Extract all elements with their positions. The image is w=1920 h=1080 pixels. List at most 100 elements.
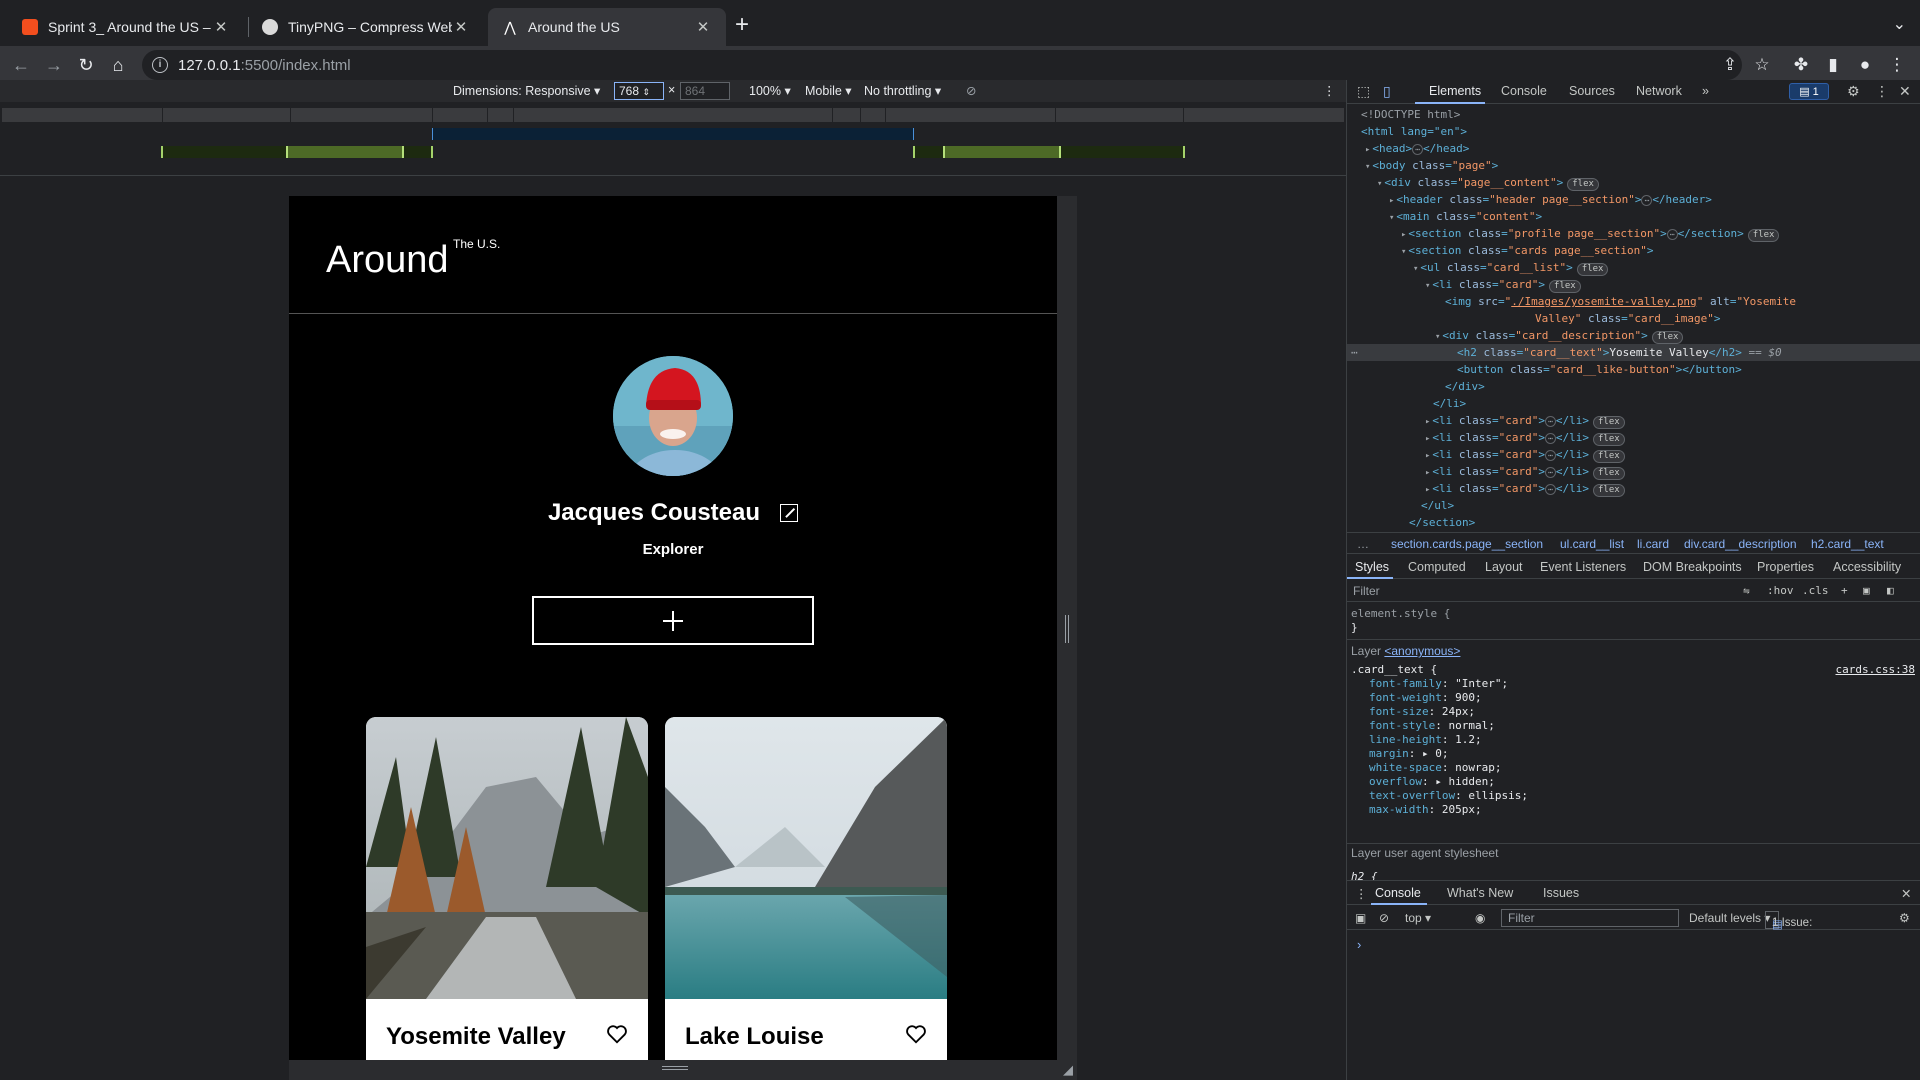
dom-node-page-content[interactable]: ▾ <div class="page__content"> flex <box>1347 174 1920 191</box>
declaration[interactable]: font-weight: 900; <box>1369 691 1482 705</box>
console-filter-input[interactable]: Filter <box>1501 909 1679 927</box>
color-format-icon[interactable]: ⇋ <box>1743 584 1750 597</box>
subtab-properties[interactable]: Properties <box>1757 560 1814 574</box>
media-query-max-width-bar[interactable] <box>432 128 914 140</box>
dom-node-section-cards[interactable]: ▾ <section class="cards page__section"> <box>1347 242 1920 259</box>
card-image[interactable] <box>366 717 648 999</box>
close-drawer-icon[interactable]: ✕ <box>1901 886 1911 901</box>
declaration[interactable]: line-height: 1.2; <box>1369 733 1482 747</box>
close-icon[interactable]: ✕ <box>212 18 230 36</box>
address-bar[interactable]: i 127.0.0.1:5500/index.html <box>142 50 1742 80</box>
dom-node-main[interactable]: ▾ <main class="content"> <box>1347 208 1920 225</box>
dom-node-card-description[interactable]: ▾ <div class="card__description"> flex <box>1347 327 1920 344</box>
declaration[interactable]: max-width: 205px; <box>1369 803 1482 817</box>
dom-node-button[interactable]: <button class="card__like-button"></butt… <box>1347 361 1920 378</box>
tab-around-the-us[interactable]: ⋀ Around the US ✕ <box>488 8 726 46</box>
breadcrumb-item[interactable]: ul.card__list <box>1560 537 1624 551</box>
heart-icon[interactable] <box>606 1023 628 1045</box>
resize-corner-icon[interactable]: ◢ <box>1063 1062 1073 1078</box>
styles-filter-input[interactable]: Filter <box>1353 584 1380 598</box>
drawer-menu-icon[interactable]: ⋮ <box>1355 886 1368 901</box>
dom-node-li-card[interactable]: ▸ <li class="card"> ⋯ </li> flex <box>1347 446 1920 463</box>
dom-node-ul[interactable]: ▾ <ul class="card__list"> flex <box>1347 259 1920 276</box>
throttling-select[interactable]: No throttling ▾ <box>864 83 941 98</box>
new-tab-icon[interactable]: + <box>735 13 749 37</box>
console-sidebar-icon[interactable]: ▣ <box>1355 911 1366 925</box>
hov-toggle[interactable]: :hov <box>1767 584 1794 597</box>
profile-icon[interactable]: ● <box>1854 54 1876 76</box>
rotate-disabled-icon[interactable]: ⊘ <box>966 83 976 98</box>
rule-source-link[interactable]: cards.css:38 <box>1836 663 1915 676</box>
reload-icon[interactable]: ↻ <box>75 54 97 76</box>
device-toolbar-menu-icon[interactable]: ⋮ <box>1323 83 1336 98</box>
share-icon[interactable]: ⇪ <box>1719 54 1741 76</box>
tab-figma[interactable]: Sprint 3_ Around the US – Figma ✕ <box>8 8 244 46</box>
close-icon[interactable]: ✕ <box>452 18 470 36</box>
tab-elements[interactable]: Elements <box>1429 84 1481 98</box>
menu-icon[interactable]: ⋮ <box>1886 54 1908 76</box>
breadcrumb-overflow[interactable]: … <box>1357 537 1369 551</box>
dom-node-li-card[interactable]: ▸ <li class="card"> ⋯ </li> flex <box>1347 463 1920 480</box>
resize-handle-bottom[interactable] <box>662 1066 688 1070</box>
declaration[interactable]: overflow: ▸ hidden; <box>1369 775 1495 789</box>
tab-tinypng[interactable]: TinyPNG – Compress WebP, PNG ✕ <box>248 8 484 46</box>
declaration[interactable]: font-style: normal; <box>1369 719 1495 733</box>
drawer-tab-issues[interactable]: Issues <box>1543 886 1579 900</box>
zoom-select[interactable]: 100% ▾ <box>749 83 791 98</box>
dom-node-li-card[interactable]: ▸ <li class="card"> ⋯ </li> flex <box>1347 412 1920 429</box>
declaration[interactable]: font-family: "Inter"; <box>1369 677 1508 691</box>
dom-node-li-card[interactable]: ▸ <li class="card"> ⋯ </li> flex <box>1347 429 1920 446</box>
declaration[interactable]: text-overflow: ellipsis; <box>1369 789 1528 803</box>
dom-node-li-close[interactable]: </li> <box>1347 395 1920 412</box>
breadcrumb-item[interactable]: section.cards.page__section <box>1391 537 1543 551</box>
back-icon[interactable]: ← <box>10 54 32 76</box>
dom-node-li-card[interactable]: ▸ <li class="card"> ⋯ </li> flex <box>1347 480 1920 497</box>
dom-node-img-cont[interactable]: Valley" class="card__image"> <box>1347 310 1920 327</box>
close-icon[interactable]: ✕ <box>694 18 712 36</box>
declaration[interactable]: white-space: nowrap; <box>1369 761 1501 775</box>
drawer-tab-whats-new[interactable]: What's New <box>1447 886 1513 900</box>
live-expression-eye-icon[interactable]: ◉ <box>1475 911 1485 925</box>
width-input[interactable]: 768 ⇕ <box>614 82 664 100</box>
issues-badge[interactable]: ▤ 1 <box>1789 83 1829 100</box>
extensions-icon[interactable]: ✤ <box>1790 54 1812 76</box>
layer-link[interactable]: <anonymous> <box>1384 644 1460 658</box>
more-tabs-icon[interactable]: » <box>1702 84 1709 98</box>
context-select[interactable]: top ▾ <box>1405 911 1431 925</box>
subtab-styles[interactable]: Styles <box>1355 560 1389 574</box>
side-panel-icon[interactable]: ▮ <box>1822 54 1844 76</box>
element-style-rule[interactable]: element.style { <box>1351 607 1450 621</box>
bookmark-star-icon[interactable]: ☆ <box>1751 54 1773 76</box>
resize-handle-right[interactable] <box>1065 615 1069 643</box>
height-input[interactable]: 864 <box>680 82 730 100</box>
console-prompt[interactable]: › <box>1357 937 1361 952</box>
devtools-menu-icon[interactable]: ⋮ <box>1875 83 1889 100</box>
toggle-sidebar-icon[interactable]: ◧ <box>1887 584 1894 597</box>
dom-node-h2-selected[interactable]: ⋯ <h2 class="card__text">Yosemite Valley<… <box>1347 344 1920 361</box>
dom-node-section-close[interactable]: </section> <box>1347 514 1920 531</box>
heart-icon[interactable] <box>905 1023 927 1045</box>
viewport-bottom-resizer[interactable]: ◢ <box>289 1060 1077 1080</box>
dom-node-li[interactable]: ▾ <li class="card"> flex <box>1347 276 1920 293</box>
rendering-emulation-icon[interactable]: ▣ <box>1863 584 1870 597</box>
dom-node-div-close[interactable]: </div> <box>1347 378 1920 395</box>
media-query-range-bar-left[interactable] <box>286 146 404 158</box>
declaration[interactable]: font-size: 24px; <box>1369 705 1475 719</box>
home-icon[interactable]: ⌂ <box>107 54 129 76</box>
settings-gear-icon[interactable]: ⚙ <box>1847 83 1860 100</box>
tab-network[interactable]: Network <box>1636 84 1682 98</box>
subtab-accessibility[interactable]: Accessibility <box>1833 560 1901 574</box>
dom-node-html[interactable]: <html lang="en"> <box>1347 123 1920 140</box>
device-toolbar-icon[interactable]: ▯ <box>1383 83 1391 100</box>
tab-sources[interactable]: Sources <box>1569 84 1615 98</box>
edit-profile-button[interactable] <box>780 504 799 522</box>
info-icon[interactable]: i <box>152 57 168 73</box>
dom-node-section-profile[interactable]: ▸ <section class="profile page__section">… <box>1347 225 1920 242</box>
console-settings-gear-icon[interactable]: ⚙ <box>1899 911 1910 925</box>
subtab-layout[interactable]: Layout <box>1485 560 1523 574</box>
breadcrumb-item[interactable]: div.card__description <box>1684 537 1797 551</box>
subtab-event-listeners[interactable]: Event Listeners <box>1540 560 1626 574</box>
issues-count-button[interactable]: 1 Issue: ▤ 1 <box>1765 911 1812 931</box>
avatar[interactable] <box>613 356 733 476</box>
clear-console-icon[interactable]: ⊘ <box>1379 911 1389 925</box>
